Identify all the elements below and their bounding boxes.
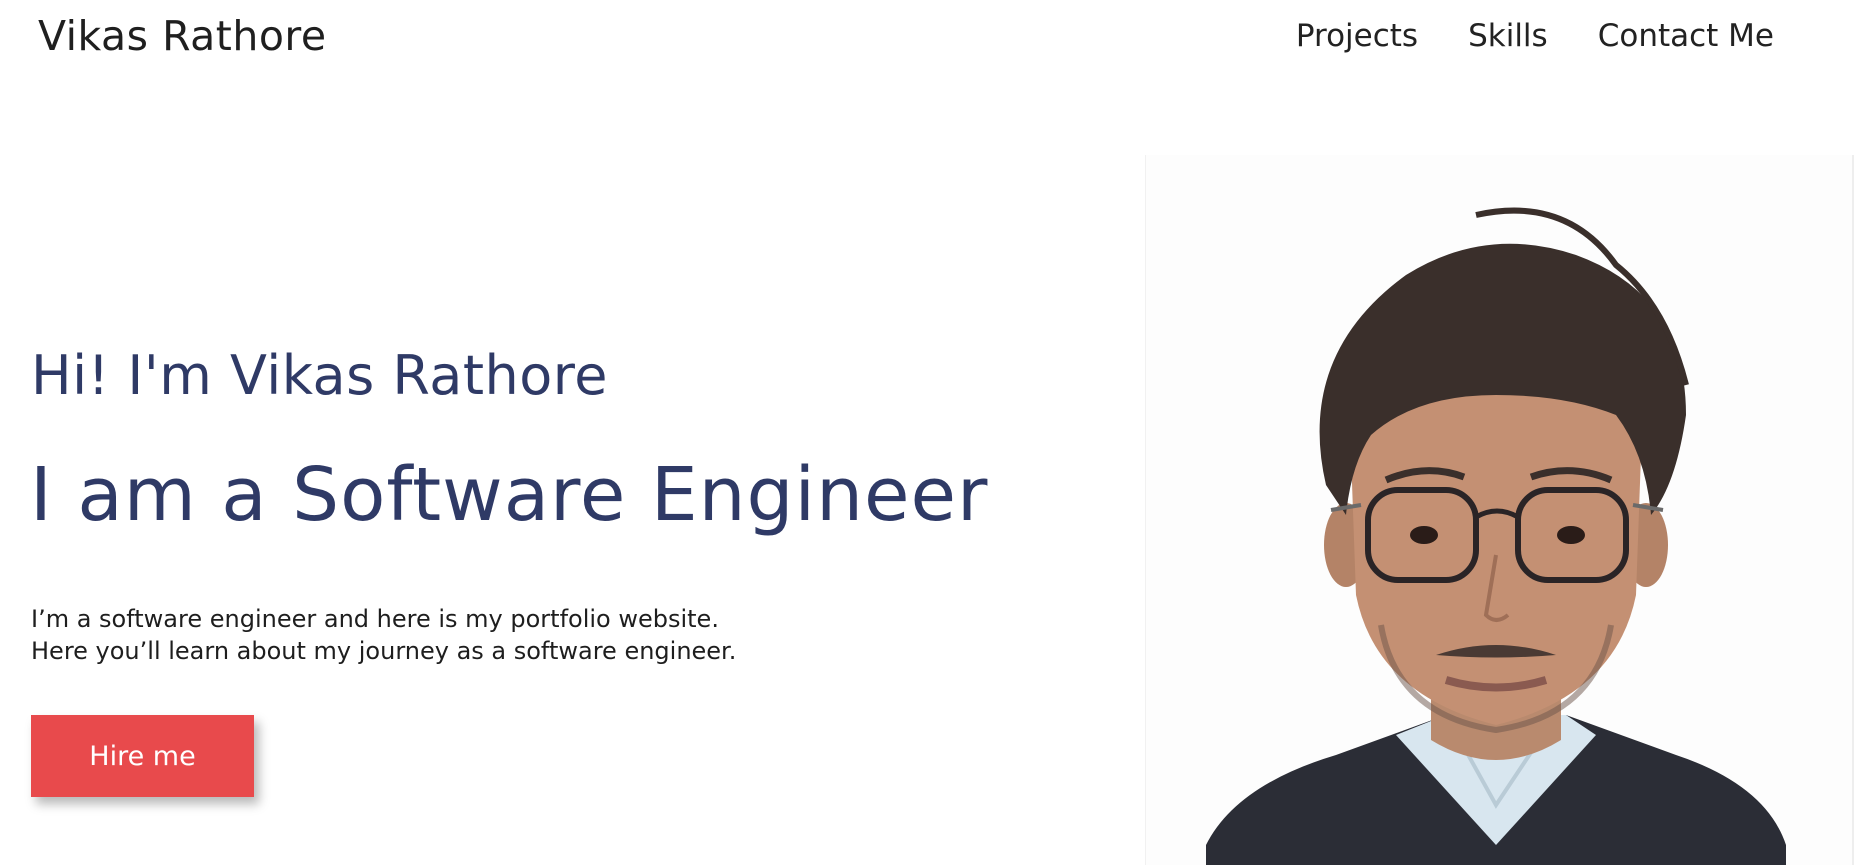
profile-photo-illustration [1206, 207, 1786, 865]
nav-link-projects[interactable]: Projects [1296, 18, 1418, 54]
hero-description: I’m a software engineer and here is my p… [31, 603, 736, 667]
hero-greeting: Hi! I'm Vikas Rathore [31, 344, 609, 407]
photo-edge-divider [1852, 155, 1854, 865]
hero-description-line: Here you’ll learn about my journey as a … [31, 637, 737, 665]
main-nav: Projects Skills Contact Me [1246, 18, 1774, 54]
nav-link-skills[interactable]: Skills [1468, 18, 1548, 54]
page: Vikas Rathore Projects Skills Contact Me… [0, 0, 1863, 865]
brand-logo[interactable]: Vikas Rathore [38, 12, 327, 60]
profile-photo [1145, 155, 1854, 865]
nav-link-contact[interactable]: Contact Me [1598, 18, 1774, 54]
site-header: Vikas Rathore Projects Skills Contact Me [0, 0, 1863, 74]
hero-description-line: I’m a software engineer and here is my p… [31, 605, 719, 633]
hero-title: I am a Software Engineer [30, 452, 989, 538]
hire-me-button[interactable]: Hire me [31, 715, 254, 797]
